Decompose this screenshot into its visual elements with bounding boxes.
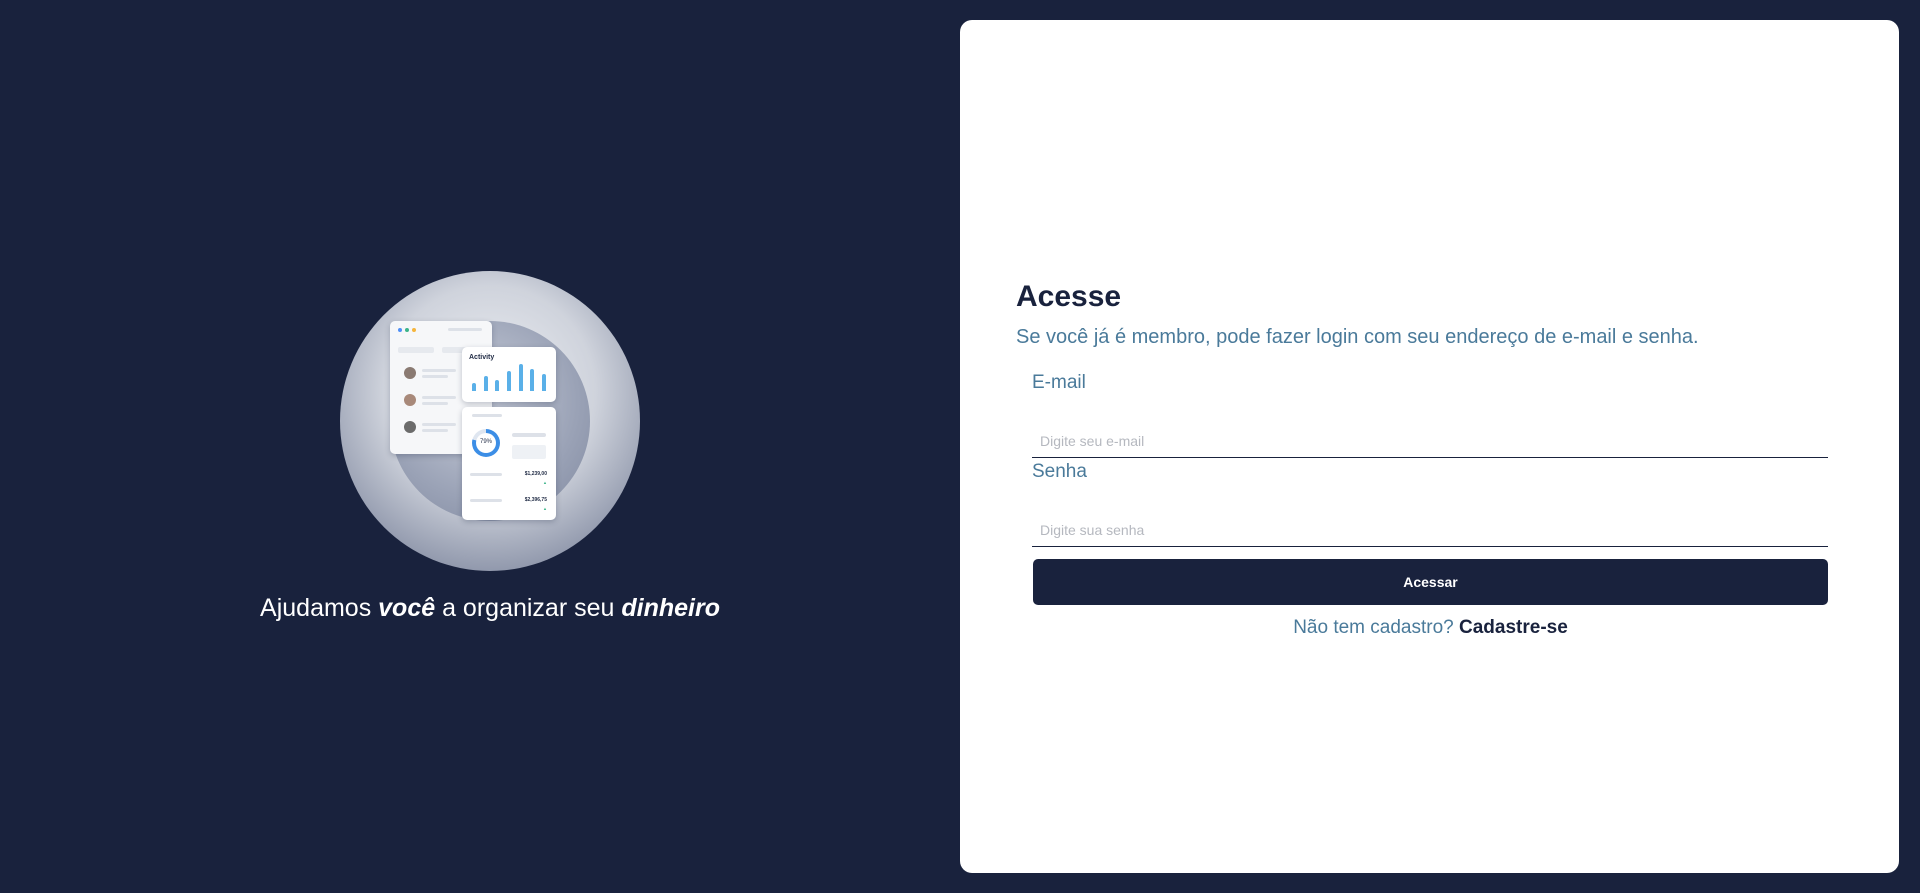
tagline-emphasis-2: dinheiro (621, 594, 720, 622)
tagline-part-1: Ajudamos (260, 594, 379, 622)
activity-bar (542, 374, 547, 391)
amount-1: $1,239,00 (524, 471, 547, 477)
password-field[interactable] (1032, 513, 1828, 547)
signup-link[interactable]: Cadastre-se (1459, 617, 1568, 638)
avatar (404, 394, 416, 406)
amount-2-trend: ▲ (543, 506, 547, 511)
login-panel: Acesse Se você já é membro, pode fazer l… (960, 20, 1899, 873)
tagline-emphasis-1: você (378, 594, 436, 622)
password-label: Senha (1032, 461, 1087, 482)
signup-row: Não tem cadastro? Cadastre-se (1033, 617, 1828, 639)
email-field[interactable] (1032, 424, 1828, 458)
hero-tagline: Ajudamos você a organizar seu dinheiro (0, 594, 980, 623)
activity-bars (468, 363, 550, 391)
activity-title: Activity (469, 354, 495, 361)
illustration-stats-card: 79% $1,239,00 ▲ $2,396,75 ▲ (462, 407, 556, 520)
login-subtitle: Se você já é membro, pode fazer login co… (1016, 326, 1699, 348)
activity-bar (530, 369, 535, 391)
activity-bar (471, 383, 476, 391)
window-dots-icon (398, 328, 416, 332)
activity-bar (483, 376, 488, 391)
amount-2: $2,396,75 (524, 497, 547, 503)
submit-button[interactable]: Acessar (1033, 559, 1828, 605)
activity-bar (507, 371, 511, 391)
activity-bar (495, 380, 500, 391)
amount-1-trend: ▲ (543, 480, 547, 485)
login-page: Activity 79% $1,239,00 ▲ $2,396,75 ▲ Aju… (0, 0, 1920, 893)
activity-bar (518, 364, 523, 391)
hero-section: Activity 79% $1,239,00 ▲ $2,396,75 ▲ Aju… (0, 0, 960, 893)
avatar (404, 421, 416, 433)
email-label: E-mail (1032, 372, 1086, 393)
donut-label: 79% (479, 439, 492, 445)
hero-illustration: Activity 79% $1,239,00 ▲ $2,396,75 ▲ (340, 271, 640, 571)
signup-question: Não tem cadastro? (1293, 617, 1454, 638)
page-title: Acesse (1016, 280, 1122, 313)
tagline-part-2: a organizar seu (435, 594, 622, 622)
avatar (404, 367, 416, 379)
illustration-activity-card: Activity (462, 347, 556, 402)
